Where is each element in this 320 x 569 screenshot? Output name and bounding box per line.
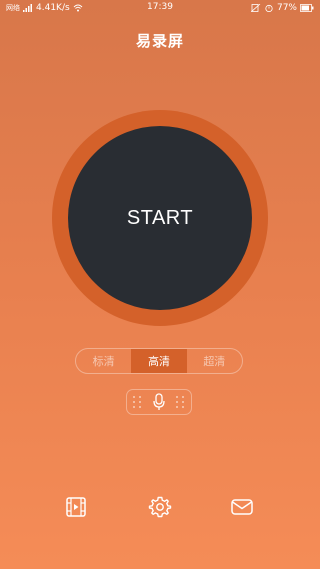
quality-option-standard[interactable]: 标清: [76, 349, 131, 373]
status-bar: 网络 4.41K/s 17:39 77%: [0, 0, 320, 16]
status-time: 17:39: [147, 2, 173, 12]
app-title: 易录屏: [135, 32, 184, 50]
alarm-icon: [265, 4, 273, 12]
status-bar-right: 77%: [250, 3, 314, 13]
battery-icon: [300, 4, 314, 12]
mail-icon[interactable]: [230, 495, 254, 519]
battery-percentage: 77%: [276, 3, 297, 13]
quality-option-ultra[interactable]: 超清: [187, 349, 242, 373]
quality-option-high[interactable]: 高清: [131, 349, 187, 373]
status-bar-left: 网络 4.41K/s: [6, 3, 83, 13]
start-label: START: [126, 206, 194, 229]
signal-icon: [23, 4, 32, 12]
wifi-icon: [73, 4, 83, 12]
network-speed: 4.41K/s: [36, 3, 70, 13]
no-sim-icon: [250, 4, 261, 12]
microphone-toggle-button[interactable]: [126, 389, 192, 415]
settings-gear-icon[interactable]: [148, 495, 172, 519]
video-list-icon[interactable]: [64, 495, 88, 519]
microphone-icon: [153, 393, 165, 410]
carrier-label: 网络: [6, 4, 20, 12]
left-dots-decoration: [133, 396, 142, 408]
start-record-button[interactable]: START: [68, 126, 252, 310]
quality-selector: 标清 高清 超清: [75, 348, 243, 374]
right-dots-decoration: [176, 396, 185, 408]
